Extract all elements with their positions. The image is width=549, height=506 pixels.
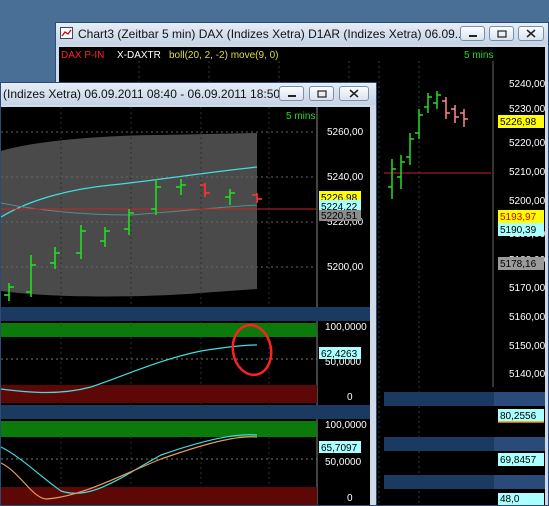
osc1-tag-text: 62,4263 [321, 349, 358, 360]
chart-detail-window[interactable]: (Indizes Xetra) 06.09.2011 08:40 - 06.09… [0, 82, 377, 506]
oscillator-panel-1: 100,0000 50,0000 0 62,4263 [1, 322, 367, 403]
grey-price-text: 5178,16 [500, 259, 537, 270]
last-price-text: 5226,98 [500, 117, 537, 128]
osc2-tag-text: 65,7097 [321, 443, 358, 454]
overbought-zone [1, 421, 317, 437]
red-price-text: 5193,97 [500, 212, 537, 223]
osc3-divider-axis [494, 475, 545, 489]
panel-divider[interactable] [1, 307, 370, 321]
osc2-tick: 0 [347, 493, 353, 504]
price-tick: 5150,00 [509, 341, 545, 352]
price-tick: 5230,00 [509, 104, 545, 115]
osc2-line-k [1, 434, 258, 494]
chart-app-icon [60, 27, 73, 39]
oscillator-panel-2: 100,0000 50,0000 0 65,7097 [1, 420, 367, 505]
close-icon [526, 29, 536, 38]
price-tick: 5240,00 [327, 172, 364, 183]
osc1-divider-axis [494, 392, 545, 406]
minimize-icon [468, 34, 477, 37]
price-tick: 5140,00 [509, 369, 545, 380]
price-tick: 5220,00 [509, 138, 545, 149]
chart3-titlebar[interactable]: Chart3 (Zeitbar 5 min) DAX (Indizes Xetr… [56, 23, 548, 45]
osc1-tick: 0 [347, 392, 353, 403]
legend-symbol: DAX P-IN [61, 50, 104, 61]
price-tick: 5240,00 [509, 79, 545, 90]
grey-price-text: 5220,51 [321, 211, 358, 222]
maximize-button[interactable] [309, 86, 334, 101]
osc2-divider-axis [494, 437, 545, 451]
close-button[interactable] [339, 86, 369, 101]
legend-indicator: X-DAXTR [117, 50, 161, 61]
bg-corner [527, 47, 545, 61]
osc2-tick: 100,0000 [325, 420, 367, 431]
interval-label: 5 mins [464, 50, 493, 61]
minimize-icon [287, 94, 296, 97]
maximize-icon [496, 29, 507, 38]
chart3-title: Chart3 (Zeitbar 5 min) DAX (Indizes Xetr… [78, 27, 465, 41]
chart-detail-client: 5 mins 5260,00 5240,00 5220,00 5200,00 5… [1, 107, 370, 505]
maximize-icon [316, 89, 327, 98]
detail-chart: 5 mins 5260,00 5240,00 5220,00 5200,00 5… [1, 107, 370, 505]
chart-detail-titlebar[interactable]: (Indizes Xetra) 06.09.2011 08:40 - 06.09… [1, 83, 376, 105]
price-tick: 5200,00 [509, 196, 545, 207]
minimize-button[interactable] [279, 86, 304, 101]
osc3-divider [384, 475, 494, 489]
osc2-divider [384, 437, 494, 451]
oversold-zone [1, 385, 317, 403]
legend-params: boll(20, 2, -2) move(9, 0) [169, 50, 279, 61]
osc3-tag-text: 48,0 [500, 494, 520, 505]
price-tick: 5170,00 [509, 283, 545, 294]
price-tick: 5260,00 [327, 127, 364, 138]
maximize-button[interactable] [489, 26, 514, 41]
osc1-tag-text: 80,2556 [500, 411, 537, 422]
bg-price-bars [388, 91, 468, 199]
close-icon [349, 89, 359, 98]
osc2-tag-text: 69,8457 [500, 455, 537, 466]
cyan-price-text: 5190,39 [500, 225, 537, 236]
oversold-zone [1, 487, 317, 505]
chart-detail-title: (Indizes Xetra) 06.09.2011 08:40 - 06.09… [3, 87, 281, 101]
price-tick: 5160,00 [509, 312, 545, 323]
overbought-zone [1, 323, 317, 337]
price-tick: 5200,00 [327, 262, 364, 273]
price-tick: 5210,00 [509, 167, 545, 178]
minimize-button[interactable] [460, 26, 485, 41]
osc1-tick: 100,0000 [325, 322, 367, 333]
osc1-divider [384, 392, 494, 406]
interval-label: 5 mins [286, 111, 315, 122]
price-panel: 5 mins 5260,00 5240,00 5220,00 5200,00 5… [1, 107, 364, 505]
osc2-tick: 50,0000 [325, 457, 362, 468]
close-button[interactable] [518, 26, 544, 41]
panel-divider[interactable] [1, 405, 370, 419]
